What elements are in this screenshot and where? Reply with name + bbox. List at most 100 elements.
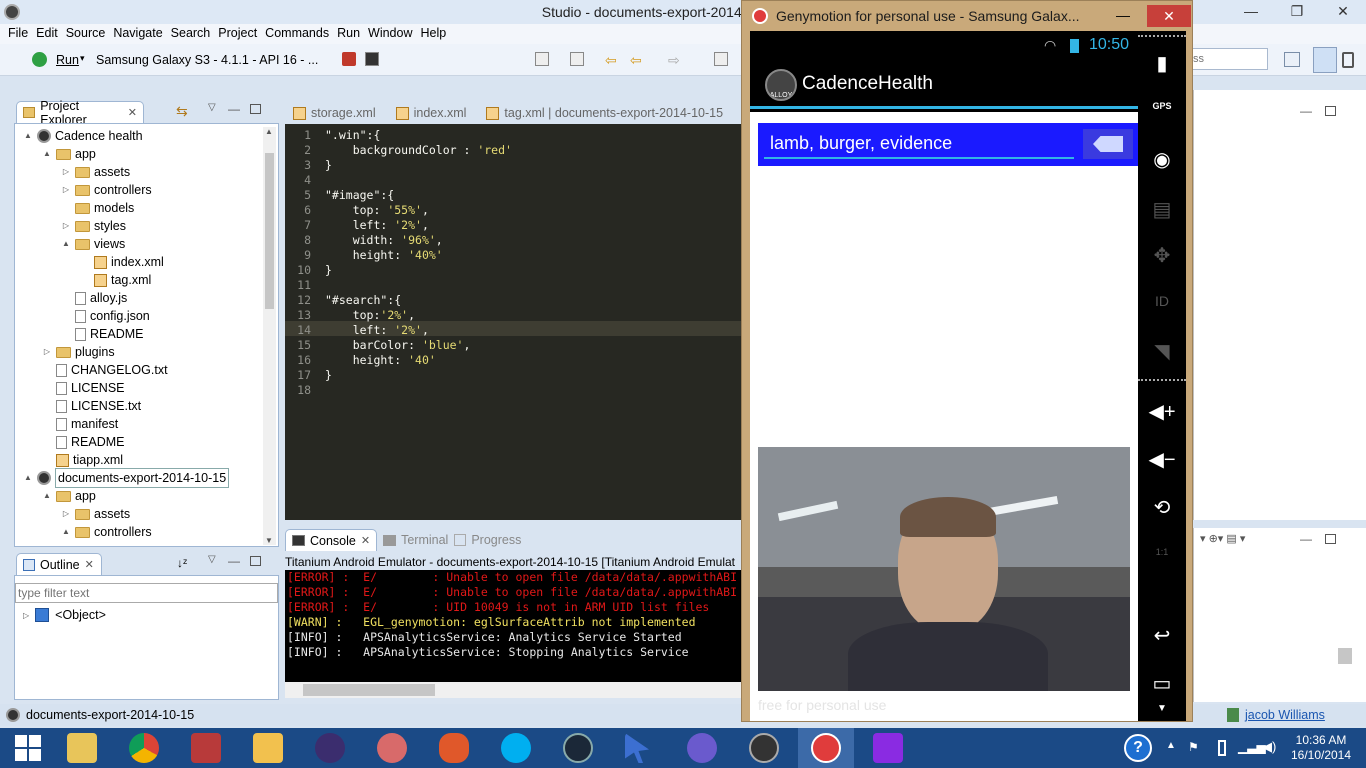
scroll-thumb[interactable] xyxy=(303,684,435,696)
run-button[interactable]: Run xyxy=(56,53,79,67)
close-icon[interactable]: ✕ xyxy=(85,558,94,571)
search-input[interactable] xyxy=(764,129,1074,159)
expand-icon[interactable]: ▲ xyxy=(23,469,33,487)
minimize-view-icon[interactable]: — xyxy=(1300,104,1312,118)
expand-icon[interactable]: ▲ xyxy=(23,127,33,145)
nav-icon[interactable] xyxy=(535,52,549,66)
tab-terminal[interactable]: Terminal xyxy=(383,533,448,547)
maximize-view-icon[interactable] xyxy=(1325,534,1336,544)
mobile-perspective-icon[interactable] xyxy=(1313,47,1337,73)
expand-icon[interactable]: ▲ xyxy=(42,145,52,163)
minimize-button[interactable]: — xyxy=(1116,7,1130,23)
tab-outline[interactable]: Outline ✕ xyxy=(16,553,102,575)
run-dropdown-icon[interactable]: ▾ xyxy=(80,53,85,64)
close-button[interactable]: ✕ xyxy=(1147,5,1191,27)
menu-navigate[interactable]: Navigate xyxy=(109,24,166,44)
books-app-button[interactable] xyxy=(178,728,234,768)
tree-item[interactable]: ▷ plugins xyxy=(42,343,115,361)
view-menu-icon[interactable]: ▽ xyxy=(208,102,216,113)
search-app-button[interactable] xyxy=(860,728,916,768)
owl-app-button[interactable] xyxy=(426,728,482,768)
skype-button[interactable] xyxy=(488,728,544,768)
tab-console[interactable]: Console ✕ xyxy=(285,529,378,551)
minimize-view-icon[interactable]: — xyxy=(228,102,240,116)
status-user[interactable]: jacob Williams xyxy=(1193,704,1366,726)
tray-expand-icon[interactable]: ▲ xyxy=(1166,740,1176,751)
expand-icon[interactable]: ▷ xyxy=(61,505,71,523)
maximize-view-icon[interactable] xyxy=(250,104,261,114)
tree-item[interactable]: index.xml xyxy=(80,253,164,271)
view-menu-icon[interactable]: ▽ xyxy=(208,554,216,565)
outline-filter-input[interactable] xyxy=(15,583,278,603)
chrome-button[interactable] xyxy=(116,728,172,768)
console-hscrollbar[interactable] xyxy=(285,682,741,698)
eclipse-button[interactable] xyxy=(302,728,358,768)
back-icon[interactable]: ⇦ xyxy=(630,52,642,69)
tree-item[interactable]: ▷ styles xyxy=(61,217,126,235)
paint-app-button[interactable] xyxy=(364,728,420,768)
maximize-view-icon[interactable] xyxy=(1325,106,1336,116)
tree-item[interactable]: tag.xml xyxy=(80,271,151,289)
close-icon[interactable]: ✕ xyxy=(128,106,137,119)
tree-item[interactable]: config.json xyxy=(61,307,150,325)
clear-search-button[interactable] xyxy=(1083,129,1133,159)
expand-icon[interactable]: ▷ xyxy=(61,163,71,181)
file-explorer-button[interactable] xyxy=(54,728,110,768)
tree-item[interactable]: alloy.js xyxy=(61,289,127,307)
maximize-button[interactable]: ❐ xyxy=(1274,0,1320,22)
editor-tab-tag[interactable]: tag.xml | documents-export-2014-10-15 xyxy=(478,102,731,124)
quick-access-input[interactable] xyxy=(1188,48,1268,70)
rss-icon[interactable]: ◥ xyxy=(1138,339,1186,364)
tree-item[interactable]: ▲ app xyxy=(42,145,96,163)
tree-item[interactable]: README xyxy=(61,325,143,343)
scroll-up-icon[interactable]: ▲ xyxy=(265,127,273,136)
minimize-button[interactable]: — xyxy=(1228,0,1274,22)
steam-button[interactable] xyxy=(550,728,606,768)
genymotion-taskbar-button[interactable] xyxy=(798,728,854,768)
menu-file[interactable]: File xyxy=(4,24,32,44)
video-widget-icon[interactable]: ▤ xyxy=(1138,197,1186,222)
expand-icon[interactable]: ▲ xyxy=(42,487,52,505)
tree-item[interactable]: ▷ controllers xyxy=(61,181,152,199)
tree-item[interactable]: ▲ app xyxy=(42,487,96,505)
annotation-icon[interactable] xyxy=(570,52,584,66)
flag-icon[interactable]: ⚑ xyxy=(1188,740,1199,754)
tree-item[interactable]: CHANGELOG.txt xyxy=(42,361,168,379)
tree-item[interactable]: manifest xyxy=(42,415,118,433)
terminal-icon[interactable] xyxy=(365,52,379,66)
remote-control-icon[interactable]: ✥ xyxy=(1138,243,1186,268)
menu-edit[interactable]: Edit xyxy=(32,24,62,44)
expand-icon[interactable]: ▲ xyxy=(61,523,71,541)
device-icon[interactable] xyxy=(1342,52,1354,68)
back-icon[interactable]: ↩ xyxy=(1138,623,1186,648)
open-perspective-icon[interactable] xyxy=(714,52,728,66)
menu-source[interactable]: Source xyxy=(62,24,110,44)
tree-scrollbar[interactable]: ▲ ▼ xyxy=(263,127,276,545)
perspective-icon[interactable] xyxy=(1284,52,1300,67)
menu-window[interactable]: Window xyxy=(364,24,416,44)
scroll-down-icon[interactable]: ▼ xyxy=(265,536,273,545)
device-selector[interactable]: Samsung Galaxy S3 - 4.1.1 - API 16 - ... xyxy=(96,53,318,67)
menu-run[interactable]: Run xyxy=(333,24,364,44)
minimize-view-icon[interactable]: — xyxy=(1300,532,1312,546)
gps-widget-icon[interactable]: GPS xyxy=(1138,101,1186,111)
tree-item[interactable]: ▲ controllers xyxy=(61,523,152,541)
power-icon[interactable] xyxy=(1218,740,1226,756)
volume-icon[interactable]: ◀) xyxy=(1262,739,1276,755)
taskbar-clock[interactable]: 10:36 AM 16/10/2014 xyxy=(1290,733,1352,763)
maximize-view-icon[interactable] xyxy=(250,556,261,566)
camera-widget-icon[interactable]: ◉ xyxy=(1138,147,1186,172)
recent-apps-icon[interactable]: ▭ xyxy=(1138,671,1186,696)
expand-icon[interactable]: ▷ xyxy=(61,181,71,199)
run-icon[interactable] xyxy=(32,52,47,67)
home-icon[interactable] xyxy=(342,52,356,66)
tree-item[interactable]: ▷ assets xyxy=(61,163,130,181)
tree-item[interactable]: LICENSE xyxy=(42,379,125,397)
code-editor[interactable]: 1 ".win":{2 backgroundColor : 'red' 3} 4 5 "#… xyxy=(285,124,745,520)
minimize-view-icon[interactable]: — xyxy=(228,554,240,568)
outline-item[interactable]: ▷ <Object> xyxy=(23,608,106,622)
menu-commands[interactable]: Commands xyxy=(261,24,333,44)
start-button[interactable] xyxy=(0,728,56,768)
help-icon[interactable]: ? xyxy=(1124,734,1152,762)
tree-item[interactable]: ▲ views xyxy=(61,235,125,253)
